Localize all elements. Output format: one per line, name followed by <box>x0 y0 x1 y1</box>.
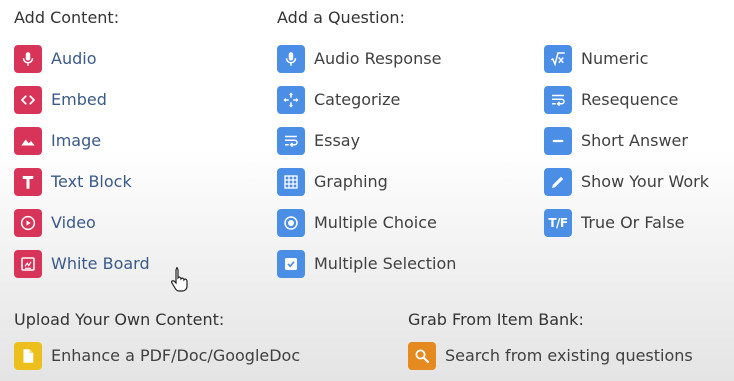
upload-heading: Upload Your Own Content: <box>14 310 225 329</box>
content-white-board-button[interactable]: White Board <box>14 249 150 279</box>
content-embed-label: Embed <box>51 90 107 109</box>
content-white-board-label: White Board <box>51 254 150 273</box>
add-question-heading: Add a Question: <box>277 8 405 27</box>
question-categorize-button[interactable]: Categorize <box>277 85 400 115</box>
question-graphing-label: Graphing <box>314 172 388 191</box>
content-video-button[interactable]: Video <box>14 208 96 238</box>
question-graphing-button[interactable]: Graphing <box>277 167 388 197</box>
short-line-icon <box>544 127 572 155</box>
search-item-bank-label: Search from existing questions <box>445 346 693 365</box>
question-essay-label: Essay <box>314 131 361 150</box>
question-short-answer-button[interactable]: Short Answer <box>544 126 688 156</box>
question-short-answer-label: Short Answer <box>581 131 688 150</box>
code-brackets-icon <box>14 86 42 114</box>
question-essay-button[interactable]: Essay <box>277 126 360 156</box>
search-icon <box>408 342 436 370</box>
content-embed-button[interactable]: Embed <box>14 85 107 115</box>
square-root-icon <box>544 45 572 73</box>
microphone-icon <box>14 45 42 73</box>
checkbox-icon <box>277 250 305 278</box>
wrap-text-icon <box>277 127 305 155</box>
letter-t-icon <box>14 168 42 196</box>
question-numeric-label: Numeric <box>581 49 649 68</box>
true-false-icon: T/F <box>544 209 572 237</box>
question-audio-response-button[interactable]: Audio Response <box>277 44 441 74</box>
question-multiple-choice-button[interactable]: Multiple Choice <box>277 208 437 238</box>
enhance-document-label: Enhance a PDF/Doc/GoogleDoc <box>51 346 301 365</box>
whiteboard-icon <box>14 250 42 278</box>
microphone-icon <box>277 45 305 73</box>
content-image-label: Image <box>51 131 102 150</box>
content-audio-button[interactable]: Audio <box>14 44 96 74</box>
pencil-icon <box>544 168 572 196</box>
item-bank-heading: Grab From Item Bank: <box>408 310 584 329</box>
question-true-or-false-label: True Or False <box>581 213 685 232</box>
question-multiple-selection-label: Multiple Selection <box>314 254 457 273</box>
question-numeric-button[interactable]: Numeric <box>544 44 648 74</box>
question-true-or-false-button[interactable]: T/F True Or False <box>544 208 685 238</box>
enhance-document-button[interactable]: Enhance a PDF/Doc/GoogleDoc <box>14 341 300 371</box>
question-show-your-work-button[interactable]: Show Your Work <box>544 167 709 197</box>
question-categorize-label: Categorize <box>314 90 401 109</box>
question-audio-response-label: Audio Response <box>314 49 442 68</box>
search-item-bank-button[interactable]: Search from existing questions <box>408 341 693 371</box>
arrows-move-icon <box>277 86 305 114</box>
question-multiple-selection-button[interactable]: Multiple Selection <box>277 249 456 279</box>
mountain-image-icon <box>14 127 42 155</box>
radio-icon <box>277 209 305 237</box>
question-show-your-work-label: Show Your Work <box>581 172 710 191</box>
question-resequence-label: Resequence <box>581 90 679 109</box>
content-text-block-button[interactable]: Text Block <box>14 167 132 197</box>
grid-icon <box>277 168 305 196</box>
play-circle-icon <box>14 209 42 237</box>
wrap-text-icon <box>544 86 572 114</box>
add-content-heading: Add Content: <box>14 8 120 27</box>
document-icon <box>14 342 42 370</box>
content-audio-label: Audio <box>51 49 97 68</box>
content-text-block-label: Text Block <box>51 172 132 191</box>
content-video-label: Video <box>51 213 96 232</box>
content-image-button[interactable]: Image <box>14 126 101 156</box>
question-resequence-button[interactable]: Resequence <box>544 85 678 115</box>
question-multiple-choice-label: Multiple Choice <box>314 213 437 232</box>
hand-cursor-icon <box>171 267 188 292</box>
